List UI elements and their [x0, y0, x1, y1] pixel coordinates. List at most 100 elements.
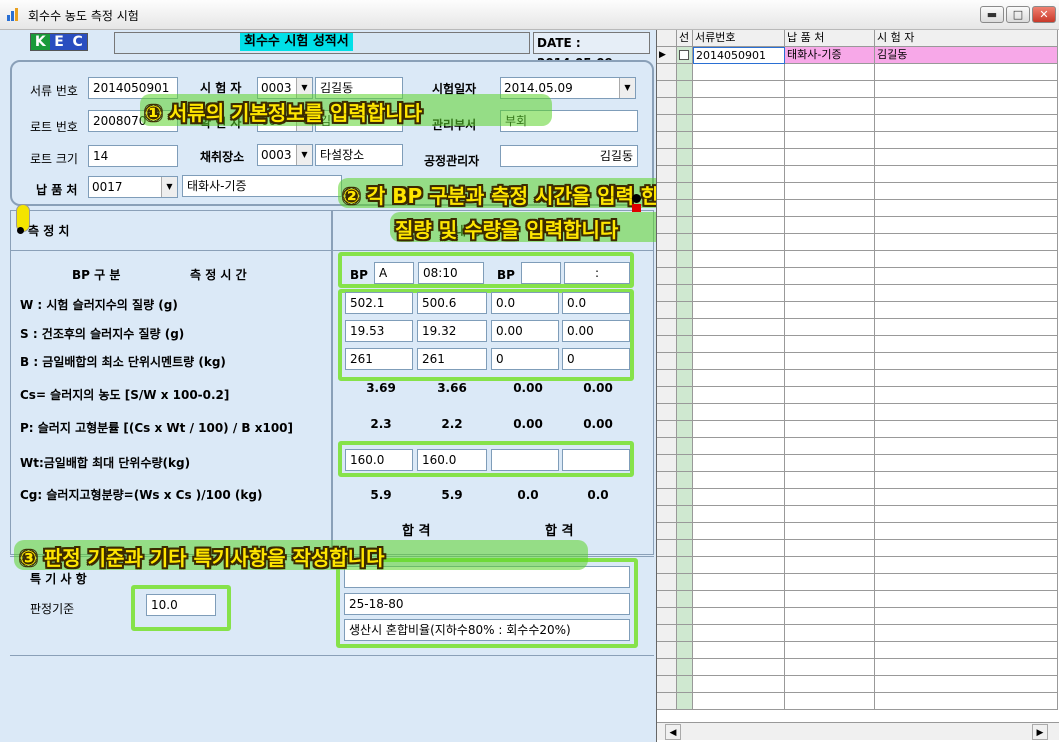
- w-input-1[interactable]: 502.1: [345, 292, 413, 314]
- grid-empty-cell[interactable]: [875, 438, 1058, 455]
- grid-empty-cell[interactable]: [875, 676, 1058, 693]
- grid-empty-cell[interactable]: [875, 64, 1058, 81]
- grid-empty-cell[interactable]: [677, 625, 693, 642]
- grid-empty-cell[interactable]: [657, 642, 677, 659]
- grid-empty-cell[interactable]: [875, 455, 1058, 472]
- grid-empty-cell[interactable]: [677, 608, 693, 625]
- row-tester-cell[interactable]: 김길동: [875, 47, 1058, 64]
- row-supplier-cell[interactable]: 태화사-기증: [785, 47, 875, 64]
- grid-empty-cell[interactable]: [785, 183, 875, 200]
- grid-empty-cell[interactable]: [693, 540, 785, 557]
- supplier-code-combo[interactable]: 0017 ▼: [88, 176, 178, 198]
- grid-empty-cell[interactable]: [875, 370, 1058, 387]
- grid-empty-cell[interactable]: [785, 149, 875, 166]
- grid-empty-cell[interactable]: [657, 149, 677, 166]
- grid-empty-cell[interactable]: [875, 421, 1058, 438]
- grid-empty-cell[interactable]: [785, 132, 875, 149]
- grid-empty-cell[interactable]: [677, 404, 693, 421]
- grid-empty-cell[interactable]: [657, 285, 677, 302]
- grid-empty-cell[interactable]: [677, 370, 693, 387]
- records-grid[interactable]: 선 서류번호 납 품 처 시 험 자 ▶ 2014050901 태화사-기증 김…: [656, 30, 1059, 742]
- b-input-3[interactable]: 0: [491, 348, 559, 370]
- grid-empty-cell[interactable]: [657, 81, 677, 98]
- grid-empty-cell[interactable]: [693, 251, 785, 268]
- grid-empty-cell[interactable]: [785, 625, 875, 642]
- grid-empty-cell[interactable]: [657, 234, 677, 251]
- grid-empty-cell[interactable]: [693, 217, 785, 234]
- bp1-input[interactable]: A: [374, 262, 414, 284]
- b-input-2[interactable]: 261: [417, 348, 487, 370]
- grid-empty-cell[interactable]: [693, 234, 785, 251]
- grid-empty-cell[interactable]: [785, 387, 875, 404]
- grid-empty-cell[interactable]: [875, 302, 1058, 319]
- grid-empty-cell[interactable]: [657, 659, 677, 676]
- grid-empty-cell[interactable]: [677, 302, 693, 319]
- grid-empty-cell[interactable]: [693, 591, 785, 608]
- grid-empty-cell[interactable]: [693, 166, 785, 183]
- grid-empty-cell[interactable]: [693, 149, 785, 166]
- grid-empty-cell[interactable]: [875, 489, 1058, 506]
- grid-empty-cell[interactable]: [875, 285, 1058, 302]
- grid-empty-cell[interactable]: [677, 149, 693, 166]
- grid-empty-cell[interactable]: [785, 353, 875, 370]
- grid-empty-cell[interactable]: [875, 183, 1058, 200]
- grid-empty-cell[interactable]: [693, 132, 785, 149]
- grid-empty-cell[interactable]: [875, 625, 1058, 642]
- grid-empty-cell[interactable]: [677, 421, 693, 438]
- horizontal-scrollbar[interactable]: ◀ ▶: [657, 722, 1059, 740]
- grid-empty-cell[interactable]: [875, 591, 1058, 608]
- scroll-right-icon[interactable]: ▶: [1032, 724, 1048, 740]
- grid-empty-cell[interactable]: [785, 676, 875, 693]
- grid-empty-cell[interactable]: [875, 642, 1058, 659]
- grid-empty-cell[interactable]: [657, 676, 677, 693]
- grid-empty-cell[interactable]: [875, 268, 1058, 285]
- bp1-time-input[interactable]: 08:10: [418, 262, 484, 284]
- grid-empty-cell[interactable]: [875, 200, 1058, 217]
- grid-empty-cell[interactable]: [657, 98, 677, 115]
- grid-empty-cell[interactable]: [657, 302, 677, 319]
- grid-empty-cell[interactable]: [693, 115, 785, 132]
- grid-empty-cell[interactable]: [693, 353, 785, 370]
- grid-empty-cell[interactable]: [657, 115, 677, 132]
- grid-empty-cell[interactable]: [693, 421, 785, 438]
- grid-empty-cell[interactable]: [875, 693, 1058, 710]
- grid-empty-cell[interactable]: [657, 472, 677, 489]
- grid-empty-cell[interactable]: [785, 336, 875, 353]
- grid-empty-cell[interactable]: [875, 659, 1058, 676]
- grid-empty-cell[interactable]: [785, 659, 875, 676]
- grid-empty-cell[interactable]: [785, 370, 875, 387]
- grid-empty-cell[interactable]: [785, 540, 875, 557]
- grid-empty-cell[interactable]: [693, 676, 785, 693]
- grid-empty-cell[interactable]: [875, 472, 1058, 489]
- s-input-3[interactable]: 0.00: [491, 320, 559, 342]
- grid-empty-cell[interactable]: [657, 251, 677, 268]
- place-name-input[interactable]: 타설장소: [315, 144, 403, 166]
- grid-empty-cell[interactable]: [693, 574, 785, 591]
- grid-empty-cell[interactable]: [677, 200, 693, 217]
- dropdown-arrow-icon[interactable]: ▼: [161, 177, 177, 197]
- grid-empty-cell[interactable]: [693, 455, 785, 472]
- grid-empty-cell[interactable]: [693, 336, 785, 353]
- criteria-input[interactable]: 10.0: [146, 594, 216, 616]
- grid-empty-cell[interactable]: [677, 472, 693, 489]
- grid-empty-cell[interactable]: [677, 642, 693, 659]
- grid-header-select[interactable]: 선: [677, 30, 693, 47]
- grid-empty-cell[interactable]: [657, 183, 677, 200]
- lotsize-input[interactable]: 14: [88, 145, 178, 167]
- grid-empty-cell[interactable]: [785, 608, 875, 625]
- special-line-3[interactable]: 생산시 혼합비율(지하수80% : 회수수20%): [344, 619, 630, 641]
- grid-empty-cell[interactable]: [677, 557, 693, 574]
- grid-empty-cell[interactable]: [657, 523, 677, 540]
- grid-empty-cell[interactable]: [693, 472, 785, 489]
- grid-empty-cell[interactable]: [677, 455, 693, 472]
- grid-empty-cell[interactable]: [677, 676, 693, 693]
- grid-empty-cell[interactable]: [657, 336, 677, 353]
- grid-empty-cell[interactable]: [785, 404, 875, 421]
- grid-empty-cell[interactable]: [677, 81, 693, 98]
- grid-empty-cell[interactable]: [677, 98, 693, 115]
- grid-empty-cell[interactable]: [785, 319, 875, 336]
- grid-empty-cell[interactable]: [693, 642, 785, 659]
- grid-empty-cell[interactable]: [657, 319, 677, 336]
- w-input-2[interactable]: 500.6: [417, 292, 487, 314]
- grid-empty-cell[interactable]: [657, 574, 677, 591]
